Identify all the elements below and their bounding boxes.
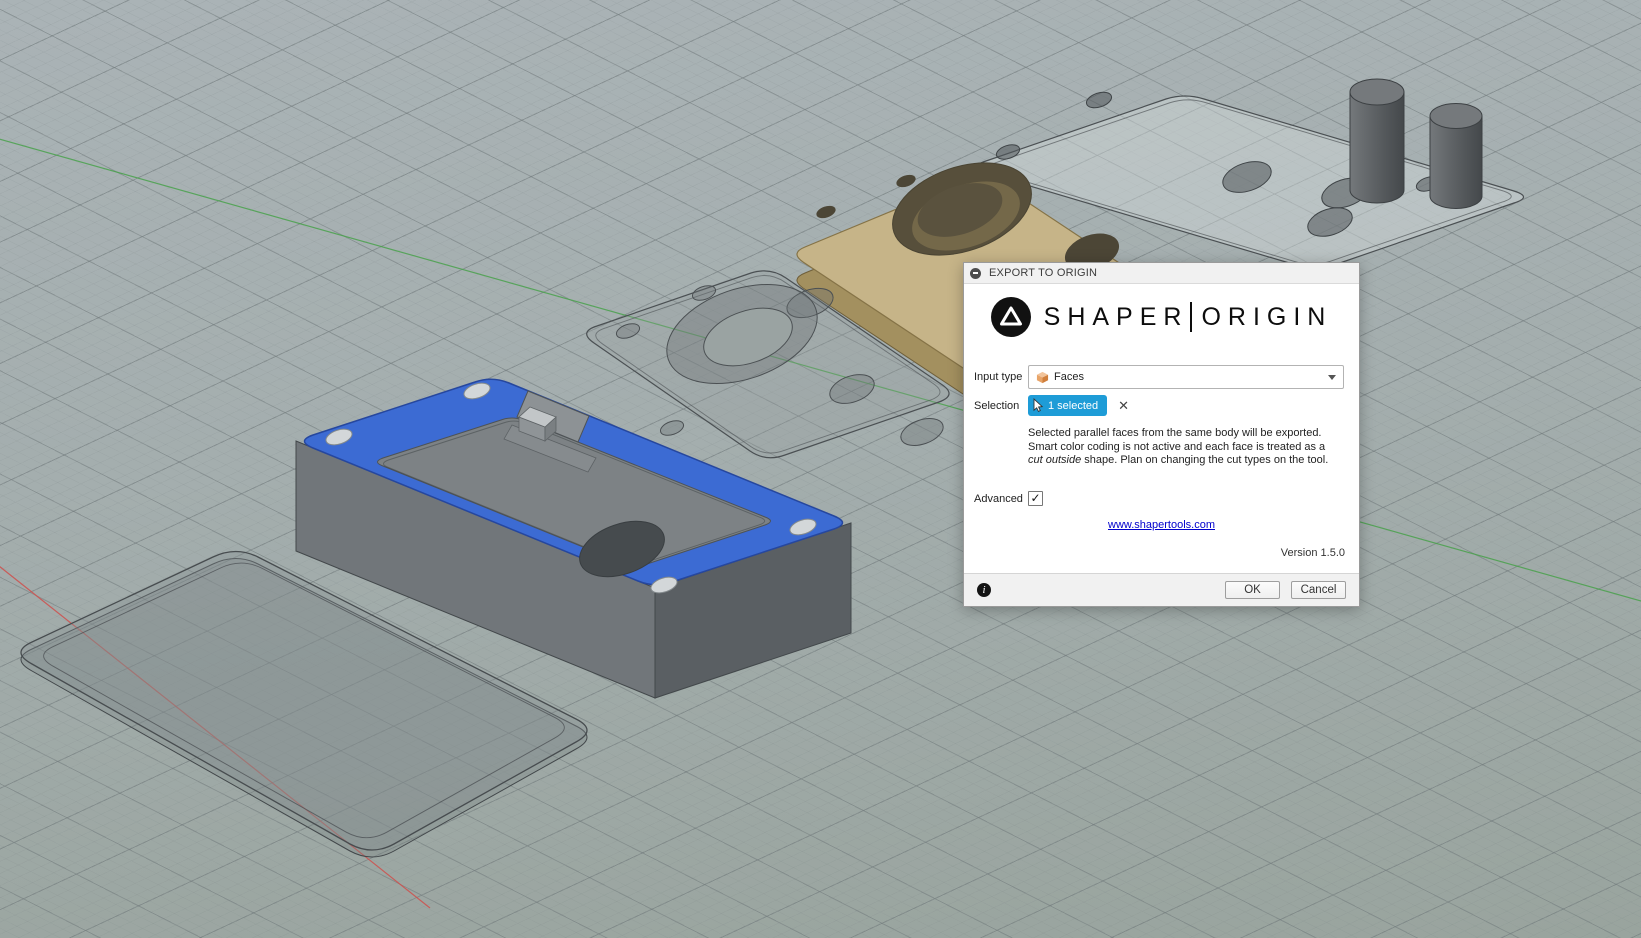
collapse-icon[interactable] bbox=[970, 267, 981, 279]
selection-badge[interactable]: 1 selected bbox=[1028, 395, 1108, 416]
selection-count: 1 selected bbox=[1048, 399, 1099, 412]
scene-3d bbox=[0, 78, 1641, 909]
faces-icon bbox=[1036, 371, 1049, 384]
shaper-origin-logo: SHAPER ORIGIN bbox=[964, 297, 1359, 337]
dialog-header[interactable]: EXPORT TO ORIGIN bbox=[964, 263, 1359, 284]
part-cylinder-pin-2[interactable] bbox=[1429, 103, 1483, 209]
input-type-dropdown[interactable]: Faces bbox=[1028, 365, 1344, 389]
advanced-label: Advanced bbox=[974, 492, 1023, 505]
input-type-label: Input type bbox=[974, 371, 1023, 383]
info-icon[interactable]: i bbox=[977, 583, 991, 597]
ok-button[interactable]: OK bbox=[1225, 581, 1280, 599]
shaper-triangle-icon bbox=[990, 297, 1031, 337]
version-text: Version 1.5.0 bbox=[1280, 547, 1345, 559]
cursor-icon bbox=[1033, 398, 1044, 412]
checkmark-icon: ✓ bbox=[1030, 490, 1041, 505]
dialog-footer: i OK Cancel bbox=[964, 573, 1359, 606]
logo-divider bbox=[1190, 302, 1193, 332]
export-dialog: EXPORT TO ORIGIN SHAPER ORIGIN Input typ… bbox=[963, 262, 1360, 607]
dialog-title: EXPORT TO ORIGIN bbox=[989, 267, 1098, 279]
chevron-down-icon bbox=[1328, 374, 1336, 380]
dialog-body: SHAPER ORIGIN Input type Faces Selection… bbox=[964, 284, 1359, 573]
input-type-value: Faces bbox=[1054, 371, 1084, 383]
selection-label: Selection bbox=[974, 399, 1020, 412]
clear-selection-icon[interactable]: ✕ bbox=[1118, 399, 1129, 412]
shapertools-link[interactable]: www.shapertools.com bbox=[1108, 519, 1215, 531]
app-window: EXPORT TO ORIGIN SHAPER ORIGIN Input typ… bbox=[0, 0, 1641, 938]
advanced-checkbox[interactable]: ✓ bbox=[1028, 491, 1043, 506]
logo-origin: ORIGIN bbox=[1201, 302, 1333, 331]
help-text: Selected parallel faces from the same bo… bbox=[1028, 427, 1329, 466]
part-cylinder-pin-1[interactable] bbox=[1349, 78, 1405, 204]
cancel-button[interactable]: Cancel bbox=[1291, 581, 1346, 599]
logo-shaper: SHAPER bbox=[1043, 302, 1189, 331]
